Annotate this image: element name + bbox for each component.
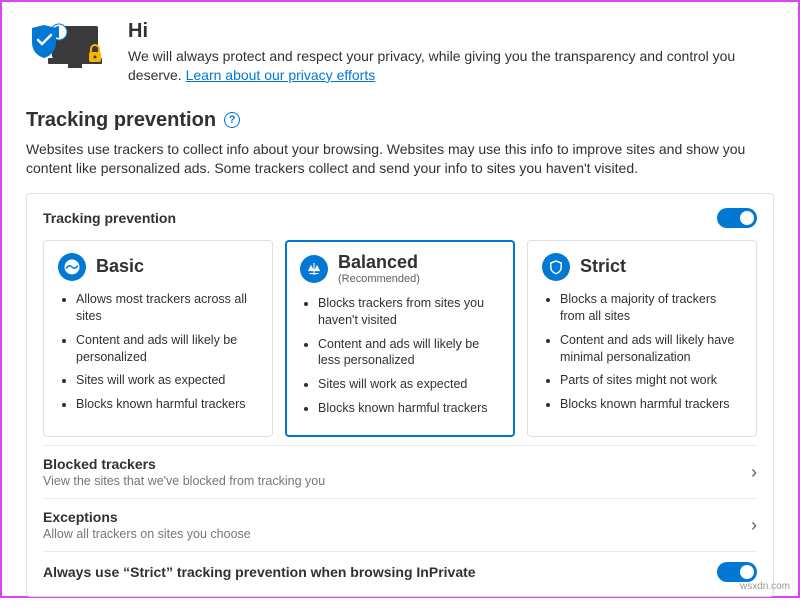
blocked-trackers-title: Blocked trackers bbox=[43, 456, 325, 472]
card-title: Balanced bbox=[338, 253, 420, 273]
strict-inprivate-toggle[interactable] bbox=[717, 562, 757, 582]
card-bullet: Blocks known harmful trackers bbox=[560, 396, 742, 413]
card-balanced[interactable]: Balanced(Recommended) Blocks trackers fro… bbox=[285, 240, 515, 437]
exceptions-row[interactable]: Exceptions Allow all trackers on sites y… bbox=[43, 498, 757, 551]
prevention-level-cards: Basic Allows most trackers across all sit… bbox=[43, 240, 757, 437]
strict-icon bbox=[542, 253, 570, 281]
card-bullets: Blocks a majority of trackers from all s… bbox=[542, 291, 742, 413]
tracking-prevention-toggle[interactable] bbox=[717, 208, 757, 228]
card-bullet: Blocks a majority of trackers from all s… bbox=[560, 291, 742, 325]
strict-inprivate-row: Always use “Strict” tracking prevention … bbox=[43, 551, 757, 592]
exceptions-sub: Allow all trackers on sites you choose bbox=[43, 527, 251, 541]
section-description: Websites use trackers to collect info ab… bbox=[26, 140, 774, 179]
card-bullet: Content and ads will likely have minimal… bbox=[560, 332, 742, 366]
card-basic[interactable]: Basic Allows most trackers across all sit… bbox=[43, 240, 273, 437]
card-strict[interactable]: Strict Blocks a majority of trackers from… bbox=[527, 240, 757, 437]
strict-inprivate-title: Always use “Strict” tracking prevention … bbox=[43, 564, 476, 580]
balanced-icon bbox=[300, 255, 328, 283]
card-subtitle: (Recommended) bbox=[338, 273, 420, 285]
hero-banner: Hi We will always protect and respect yo… bbox=[26, 20, 774, 85]
watermark: wsxdn.com bbox=[740, 581, 790, 592]
card-bullet: Blocks known harmful trackers bbox=[76, 396, 258, 413]
privacy-efforts-link[interactable]: Learn about our privacy efforts bbox=[186, 67, 376, 83]
chevron-right-icon: › bbox=[751, 515, 757, 536]
card-bullets: Allows most trackers across all sites Con… bbox=[58, 291, 258, 413]
card-bullet: Allows most trackers across all sites bbox=[76, 291, 258, 325]
card-bullet: Content and ads will likely be personali… bbox=[76, 332, 258, 366]
chevron-right-icon: › bbox=[751, 462, 757, 483]
hero-greeting: Hi bbox=[128, 20, 774, 43]
help-icon[interactable]: ? bbox=[224, 112, 240, 128]
card-bullet: Content and ads will likely be less pers… bbox=[318, 336, 500, 370]
card-bullet: Blocks known harmful trackers bbox=[318, 400, 500, 417]
card-bullet: Sites will work as expected bbox=[318, 376, 500, 393]
basic-icon bbox=[58, 253, 86, 281]
card-bullet: Blocks trackers from sites you haven't v… bbox=[318, 295, 500, 329]
exceptions-title: Exceptions bbox=[43, 509, 251, 525]
card-bullets: Blocks trackers from sites you haven't v… bbox=[300, 295, 500, 417]
panel-title: Tracking prevention bbox=[43, 210, 176, 226]
card-title: Basic bbox=[96, 257, 144, 277]
privacy-hero-icon bbox=[26, 20, 110, 76]
blocked-trackers-sub: View the sites that we've blocked from t… bbox=[43, 474, 325, 488]
tracking-prevention-panel: Tracking prevention Basic Allows most tra… bbox=[26, 193, 774, 597]
hero-body: We will always protect and respect your … bbox=[128, 47, 774, 85]
card-bullet: Parts of sites might not work bbox=[560, 372, 742, 389]
card-bullet: Sites will work as expected bbox=[76, 372, 258, 389]
blocked-trackers-row[interactable]: Blocked trackers View the sites that we'… bbox=[43, 445, 757, 498]
section-title: Tracking prevention ? bbox=[26, 109, 774, 132]
card-title: Strict bbox=[580, 257, 626, 277]
